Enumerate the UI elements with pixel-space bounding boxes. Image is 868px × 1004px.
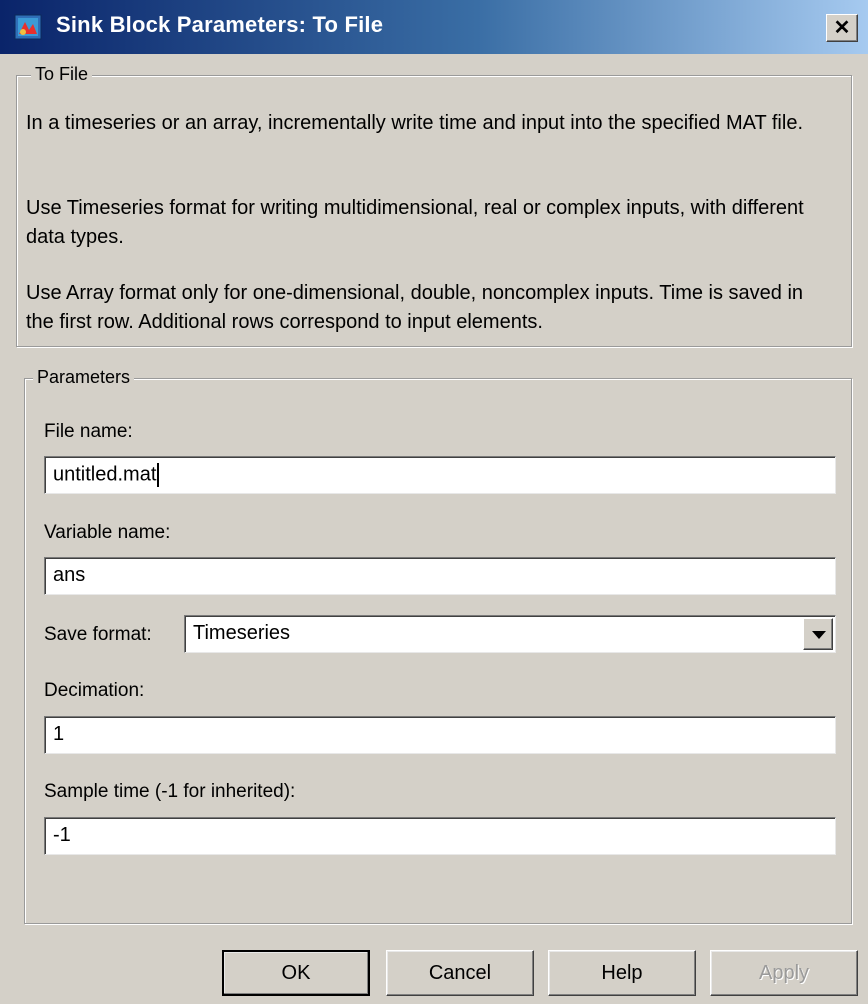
close-button[interactable]: ✕ [826,14,858,42]
file-name-label: File name: [44,421,133,442]
decimation-value: 1 [53,723,65,745]
text-caret [157,463,160,487]
title-bar: Sink Block Parameters: To File ✕ [0,0,868,54]
save-format-dropdown[interactable]: Timeseries [184,615,836,653]
file-name-field[interactable]: untitled.mat [44,456,836,494]
simulink-block-icon [14,14,42,40]
sample-time-label: Sample time (-1 for inherited): [44,781,296,802]
variable-name-label: Variable name: [44,522,171,543]
description-paragraph: Use Array format only for one-dimensiona… [26,282,804,333]
save-format-value: Timeseries [193,622,291,644]
window-title: Sink Block Parameters: To File [56,12,384,37]
description-paragraph: Use Timeseries format for writing multid… [26,197,804,248]
parameters-group-label: Parameters [33,367,135,388]
close-icon: ✕ [833,17,851,39]
variable-name-field[interactable]: ans [44,557,836,595]
description-group-label: To File [31,64,93,85]
apply-button: Apply [710,950,858,996]
decimation-field[interactable]: 1 [44,716,836,754]
cancel-button[interactable]: Cancel [386,950,534,996]
ok-button[interactable]: OK [222,950,370,996]
help-button[interactable]: Help [548,950,696,996]
sample-time-value: -1 [53,824,71,846]
variable-name-value: ans [53,564,86,586]
description-paragraph: In a timeseries or an array, incremental… [26,112,804,134]
file-name-value: untitled.mat [53,463,157,486]
chevron-down-icon[interactable] [803,618,833,650]
sample-time-field[interactable]: -1 [44,817,836,855]
decimation-label: Decimation: [44,680,145,701]
save-format-label: Save format: [44,624,152,645]
